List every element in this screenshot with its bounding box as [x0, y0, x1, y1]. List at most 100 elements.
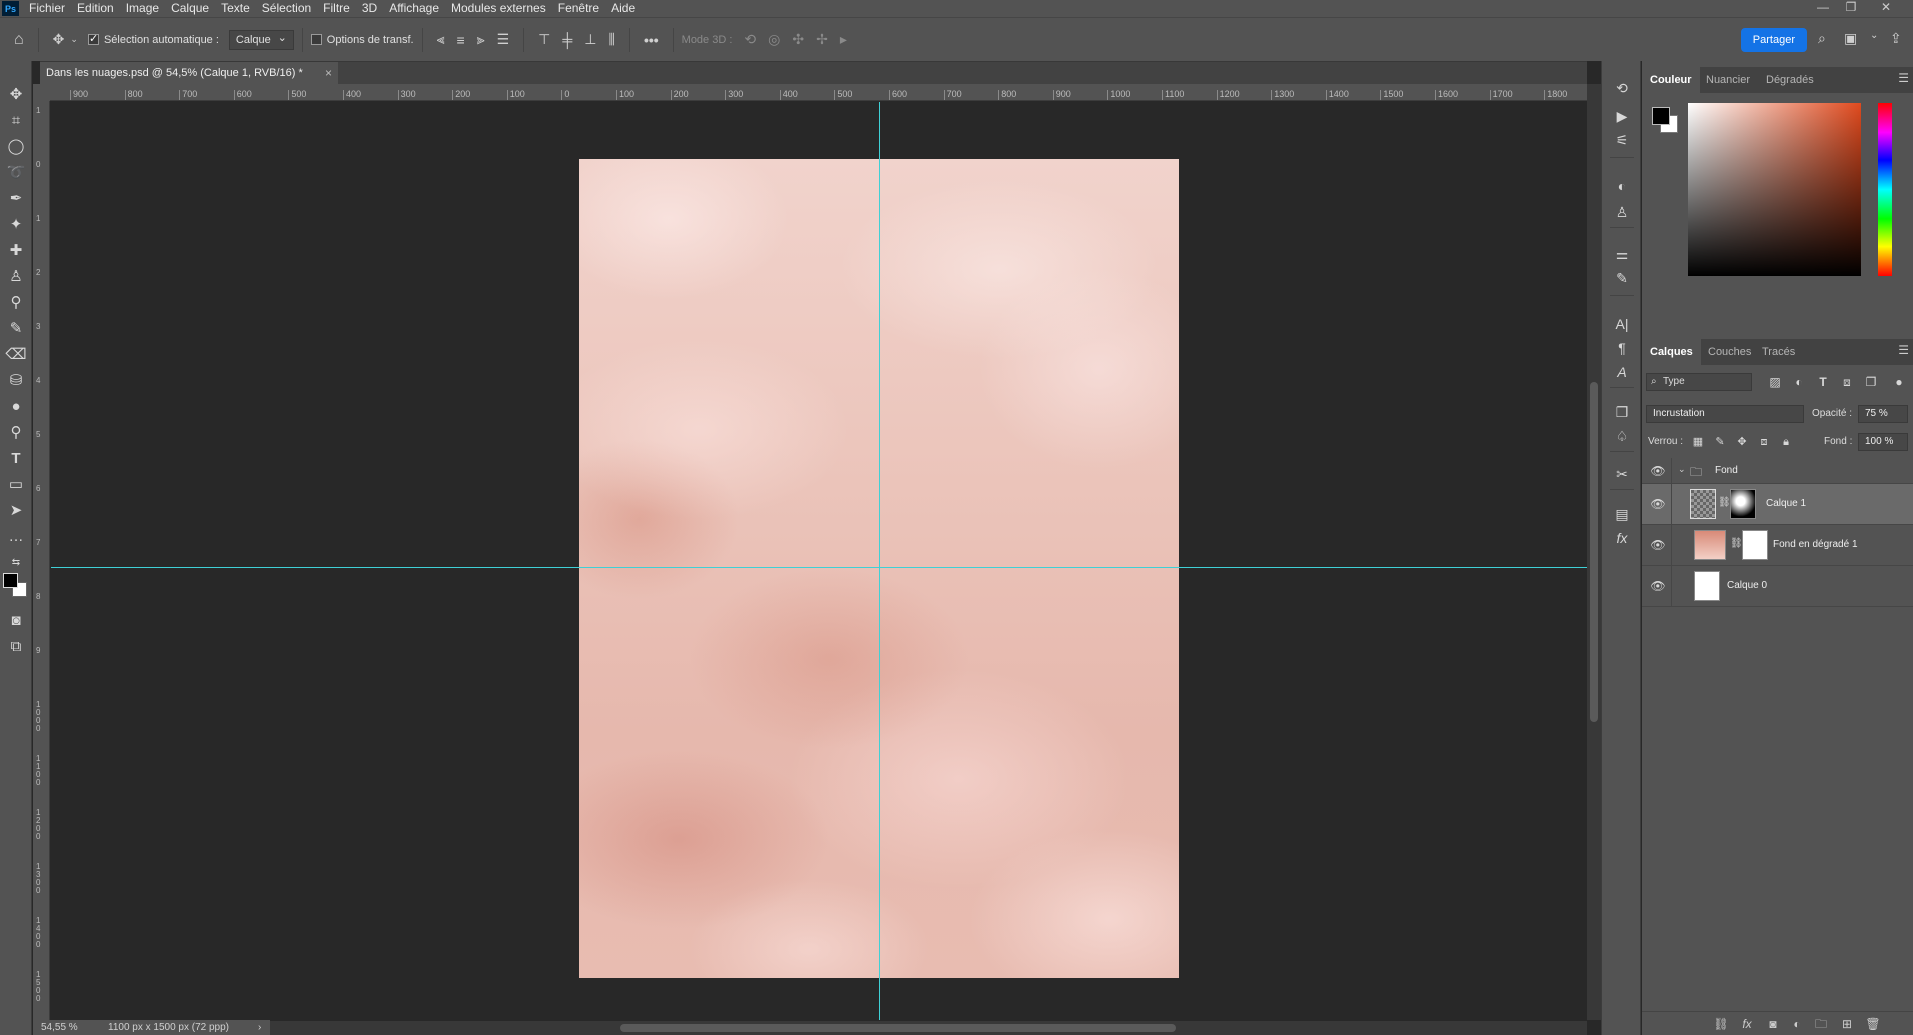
tools-icon[interactable]: ✂ — [1610, 463, 1634, 485]
lock-transparency-icon[interactable]: ▦ — [1690, 433, 1706, 451]
shapes-icon[interactable]: ♤ — [1610, 425, 1634, 447]
zoom-level[interactable]: 54,55 % — [41, 1020, 78, 1035]
status-arrow-icon[interactable]: › — [258, 1020, 261, 1035]
chevron-down-icon[interactable]: ⌄ — [1864, 30, 1884, 41]
tab-calques[interactable]: Calques — [1642, 339, 1701, 365]
hue-slider[interactable] — [1878, 103, 1892, 276]
healing-brush-icon[interactable]: ✚ — [4, 239, 28, 263]
filter-type-icon[interactable]: T — [1814, 373, 1832, 391]
menu-modules-externes[interactable]: Modules externes — [445, 0, 552, 17]
menu-calque[interactable]: Calque — [165, 0, 215, 17]
move-tool-icon[interactable]: ✥ — [4, 83, 28, 107]
eyedropper-icon[interactable]: ⚲ — [4, 291, 28, 315]
eye-icon[interactable]: 👁︎ — [1650, 579, 1666, 593]
distribute-horizontal-icon[interactable]: ☰ — [491, 31, 516, 48]
distribute-vertical-icon[interactable]: ⫼ — [602, 31, 620, 48]
blend-mode-select[interactable]: Incrustation — [1646, 405, 1804, 423]
adjustment-layer-icon[interactable]: ◐ — [1788, 1015, 1806, 1033]
chevron-down-icon[interactable]: ⌄ — [70, 34, 78, 45]
vertical-scrollbar[interactable] — [1587, 84, 1601, 1020]
eraser-tool-icon[interactable]: ⌫ — [4, 343, 28, 367]
menu-fichier[interactable]: Fichier — [23, 0, 71, 17]
styles-icon[interactable]: ❐ — [1610, 401, 1634, 423]
actions-play-icon[interactable]: ▶ — [1610, 105, 1634, 127]
menu-aide[interactable]: Aide — [605, 0, 641, 17]
layer-filter-select[interactable]: ⌕ Type — [1646, 373, 1752, 391]
history-icon[interactable]: ⟲ — [1610, 77, 1634, 99]
close-tab-icon[interactable]: × — [325, 62, 332, 85]
brush-tool-icon[interactable]: ✎ — [4, 317, 28, 341]
tab-degrades[interactable]: Dégradés — [1758, 67, 1822, 93]
minimize-button[interactable]: — — [1809, 0, 1837, 17]
link-icon[interactable]: ⛓︎ — [1730, 538, 1743, 549]
align-left-icon[interactable]: ⫷ — [431, 31, 451, 48]
scrollbar-thumb[interactable] — [620, 1024, 1176, 1032]
filter-adjustment-icon[interactable]: ◐ — [1790, 373, 1808, 391]
transform-options-checkbox[interactable] — [310, 34, 322, 45]
auto-select-target-select[interactable]: Calque — [228, 29, 294, 50]
tab-nuancier[interactable]: Nuancier — [1698, 67, 1758, 93]
paragraph-icon[interactable]: ¶ — [1610, 337, 1634, 359]
align-bottom-icon[interactable]: ⊥ — [578, 31, 602, 48]
brush-settings-icon[interactable]: ⚌ — [1610, 243, 1634, 265]
foreground-color-swatch[interactable] — [3, 573, 18, 588]
tab-couleur[interactable]: Couleur — [1642, 67, 1700, 93]
lock-artboard-icon[interactable]: ⧈ — [1756, 433, 1772, 451]
add-mask-icon[interactable]: ◙ — [1764, 1015, 1782, 1033]
chevron-down-icon[interactable]: ⌄ — [1678, 464, 1686, 475]
canvas-area[interactable] — [51, 102, 1587, 1020]
type-tool-icon[interactable]: T — [4, 447, 28, 471]
swap-colors-icon[interactable]: ⇆ — [4, 551, 28, 575]
path-select-icon[interactable]: ➤ — [4, 499, 28, 523]
layer-mask-thumbnail[interactable] — [1742, 530, 1768, 560]
new-group-icon[interactable]: 🗀︎ — [1812, 1015, 1830, 1033]
layer-row-group[interactable]: 👁︎ ⌄ 🗀︎ Fond — [1642, 458, 1913, 484]
layer-row-calque-0[interactable]: 👁︎ Calque 0 — [1642, 566, 1913, 607]
character-icon[interactable]: A| — [1610, 313, 1634, 335]
share-button[interactable]: Partager — [1740, 28, 1807, 52]
lasso-ellipse-tool-icon[interactable]: ◯ — [4, 135, 28, 159]
panel-menu-icon[interactable]: ☰ — [1898, 343, 1909, 357]
align-top-icon[interactable]: ⊤ — [532, 31, 556, 48]
menu-filtre[interactable]: Filtre — [317, 0, 356, 17]
clone-source-icon[interactable]: ♙ — [1610, 201, 1634, 223]
glyphs-icon[interactable]: A — [1610, 361, 1634, 383]
filter-shape-icon[interactable]: ⧈ — [1838, 373, 1856, 391]
fill-field[interactable]: 100 % — [1858, 433, 1908, 451]
quick-mask-icon[interactable]: ◙ — [4, 609, 28, 633]
fx-icon[interactable]: fx — [1738, 1015, 1756, 1033]
layer-row-gradient-fill[interactable]: 👁︎ ⛓︎ Fond en dégradé 1 — [1642, 525, 1913, 566]
dodge-tool-icon[interactable]: ⚲ — [4, 421, 28, 445]
paint-bucket-icon[interactable]: ⛁ — [4, 369, 28, 393]
foreground-color-swatch[interactable] — [1652, 107, 1670, 125]
workspace-icon[interactable]: ▣ — [1838, 30, 1863, 47]
share-export-icon[interactable]: ⇪ — [1884, 30, 1908, 47]
close-window-button[interactable]: ✕ — [1872, 0, 1900, 17]
eye-icon[interactable]: 👁︎ — [1650, 464, 1666, 478]
lasso-tool-icon[interactable]: ➰ — [4, 161, 28, 185]
home-icon[interactable]: ⌂ — [0, 31, 30, 49]
menu-3d[interactable]: 3D — [356, 0, 383, 17]
layer-mask-thumbnail[interactable] — [1730, 489, 1756, 519]
link-icon[interactable]: ⛓︎ — [1718, 497, 1731, 508]
screen-mode-icon[interactable]: ⧉ — [4, 635, 28, 659]
pen-tool-icon[interactable]: ✒ — [4, 187, 28, 211]
eye-icon[interactable]: 👁︎ — [1650, 538, 1666, 552]
lock-pixels-icon[interactable]: ✎ — [1712, 433, 1728, 451]
tab-traces[interactable]: Tracés — [1754, 339, 1803, 365]
scrollbar-thumb[interactable] — [1590, 382, 1598, 722]
adjustments-icon[interactable]: ◐ — [1610, 175, 1634, 197]
rectangle-tool-icon[interactable]: ▭ — [4, 473, 28, 497]
lock-position-icon[interactable]: ✥ — [1734, 433, 1750, 451]
auto-select-checkbox[interactable] — [87, 32, 99, 45]
fx-icon[interactable]: fx — [1610, 527, 1634, 549]
new-layer-icon[interactable]: ⊞ — [1838, 1015, 1856, 1033]
blur-tool-icon[interactable]: ● — [4, 395, 28, 419]
move-tool-icon[interactable]: ✥ — [47, 31, 71, 48]
align-right-icon[interactable]: ⫸ — [471, 31, 491, 48]
align-middle-icon[interactable]: ╪ — [556, 32, 578, 48]
menu-edition[interactable]: Edition — [71, 0, 120, 17]
trash-icon[interactable]: 🗑︎ — [1864, 1015, 1882, 1033]
align-center-icon[interactable]: ≡ — [451, 32, 471, 48]
filter-toggle-icon[interactable]: ● — [1890, 373, 1908, 391]
